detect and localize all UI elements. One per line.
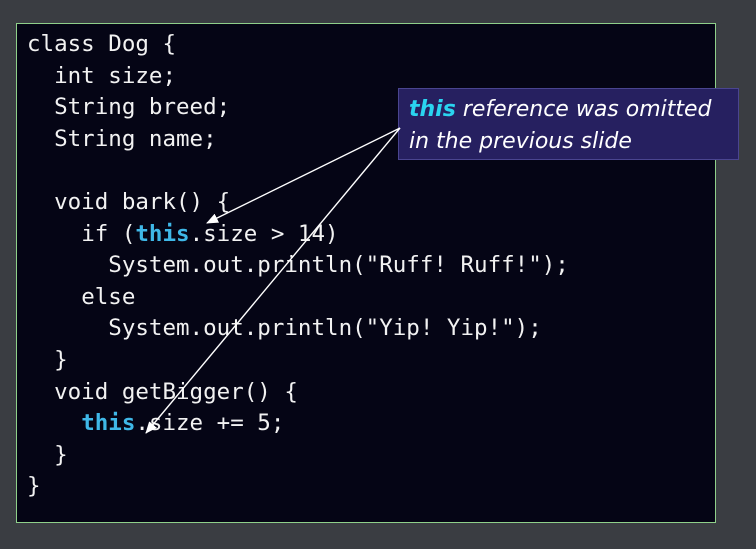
code-line-12: void getBigger() {: [54, 378, 298, 405]
callout-text-line1: reference was omitted: [455, 97, 712, 122]
code-line-13: this.size += 5;: [81, 410, 285, 437]
code-line-6: void bark() {: [54, 188, 231, 215]
code-line-9: else: [81, 283, 136, 310]
callout-box: this reference was omitted in the previo…: [398, 88, 739, 160]
this-keyword: this: [81, 410, 136, 437]
callout-keyword: this: [409, 97, 456, 122]
this-keyword: this: [135, 220, 190, 247]
code-line-1: class Dog {: [27, 31, 177, 57]
code-line-10: System.out.println("Yip! Yip!");: [108, 315, 542, 342]
code-line-8: System.out.println("Ruff! Ruff!");: [108, 252, 569, 279]
callout-text-line2: in the previous slide: [409, 129, 632, 154]
code-line-11: }: [54, 346, 68, 373]
code-line-7: if (this.size > 14): [81, 220, 339, 247]
code-line-15: }: [27, 473, 41, 500]
code-line-14: }: [54, 441, 68, 468]
